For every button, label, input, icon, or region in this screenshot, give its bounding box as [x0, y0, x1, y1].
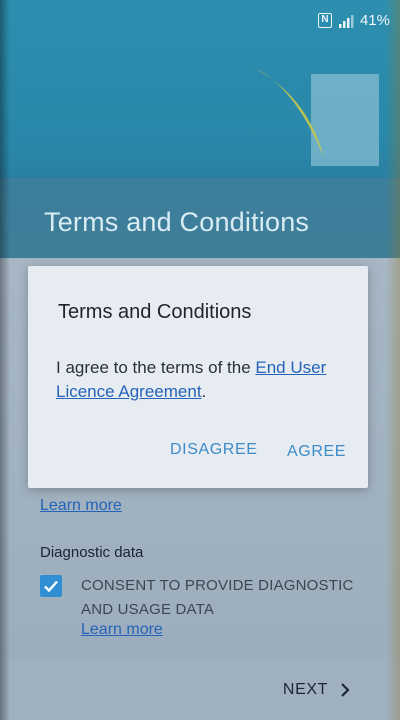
left-edge-shade: [0, 0, 10, 720]
agree-button[interactable]: AGREE: [287, 443, 346, 461]
signal-icon: [338, 14, 354, 28]
page-title: Terms and Conditions: [44, 207, 310, 237]
status-icons: N 41%: [317, 12, 390, 29]
consent-label: CONSENT TO PROVIDE DIAGNOSTIC AND USAGE …: [81, 577, 354, 618]
next-label: NEXT: [282, 681, 328, 698]
dialog-title: Terms and Conditions: [58, 301, 252, 323]
disagree-button[interactable]: DISAGREE: [170, 441, 258, 459]
nfc-icon: N: [317, 13, 332, 28]
terms-dialog: Terms and Conditions I agree to the term…: [28, 266, 368, 488]
check-icon: [44, 580, 58, 593]
right-edge-shade: [386, 0, 400, 720]
consent-checkbox[interactable]: [40, 575, 62, 597]
setup-illustration-icon: [254, 68, 379, 166]
learn-more-diagnostic-link[interactable]: Learn more: [81, 621, 163, 639]
dialog-body-text: I agree to the terms of the: [56, 358, 256, 377]
chevron-right-icon: [341, 683, 350, 697]
next-button[interactable]: NEXT: [283, 681, 350, 699]
dialog-body-suffix: .: [201, 382, 207, 401]
dialog-body: I agree to the terms of the End User Lic…: [56, 356, 346, 404]
diagnostic-data-heading: Diagnostic data: [40, 544, 144, 561]
status-bar: N 41%: [0, 0, 400, 40]
learn-more-link[interactable]: Learn more: [40, 497, 122, 515]
setup-screen: Terms and Conditions N 41% Learn more Di…: [0, 0, 400, 720]
